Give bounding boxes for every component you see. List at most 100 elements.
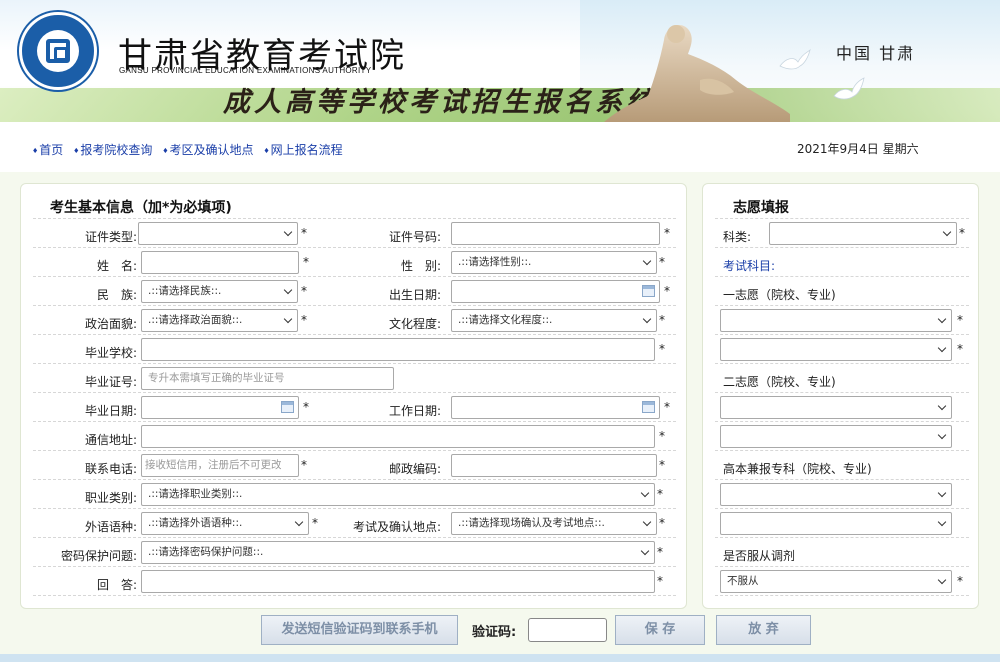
occupation-label: 职业类别: (84, 491, 137, 505)
header-banner: 甘肃省教育考试院 GANSU PROVINCIAL EDUCATION EXAM… (0, 0, 1000, 122)
system-title: 成人高等学校考试招生报名系统 (223, 87, 657, 118)
phone-input[interactable]: 接收短信用，注册后不可更改 (141, 454, 299, 477)
row-divider (715, 363, 969, 364)
exam-site-select[interactable]: .::请选择现场确认及考试地点::. (451, 512, 657, 535)
id-type-label: 证件类型: (84, 230, 137, 244)
row-divider (33, 334, 676, 335)
row-divider (33, 218, 676, 219)
required-mark: * (664, 400, 670, 414)
dove-icon (833, 77, 865, 100)
answer-input[interactable] (141, 570, 655, 593)
nav-home[interactable]: 首页 (32, 143, 63, 157)
region-label: 中国 甘肃 (836, 44, 916, 63)
discard-button[interactable]: 放 弃 (716, 615, 811, 645)
ethnicity-select-value: .::请选择民族::. (148, 285, 222, 297)
postcode-input[interactable] (451, 454, 657, 477)
required-mark: * (312, 516, 318, 530)
form-stage: 考生基本信息（加*为必填项) 证件类型: * 证件号码: * 姓 名: * 性 … (0, 172, 1000, 662)
required-mark: * (301, 458, 307, 472)
row-divider (33, 508, 676, 509)
id-type-select[interactable] (138, 222, 298, 245)
required-mark: * (957, 342, 963, 356)
question-select[interactable]: .::请选择密码保护问题::. (141, 541, 655, 564)
political-select-value: .::请选择政治面貌::. (148, 314, 243, 326)
category-label: 科类: (723, 230, 752, 244)
wish-title: 志愿填报 (733, 200, 789, 216)
required-mark: * (301, 226, 307, 240)
birth-date-input[interactable] (451, 280, 660, 303)
calendar-icon[interactable] (642, 285, 655, 297)
dove-icon (779, 48, 811, 70)
required-mark: * (657, 574, 663, 588)
row-divider (715, 392, 969, 393)
row-divider (33, 247, 676, 248)
required-mark: * (664, 284, 670, 298)
adjust-select[interactable]: 不服从 (720, 570, 952, 593)
save-button[interactable]: 保 存 (615, 615, 705, 645)
row-divider (715, 276, 969, 277)
required-mark: * (301, 284, 307, 298)
required-mark: * (659, 255, 665, 269)
grad-date-input[interactable] (141, 396, 299, 419)
required-mark: * (659, 458, 665, 472)
calendar-icon[interactable] (281, 401, 294, 413)
combined-wish-select-2[interactable] (720, 512, 952, 535)
school-input[interactable] (141, 338, 655, 361)
row-divider (715, 450, 969, 451)
row-divider (715, 537, 969, 538)
address-label: 通信地址: (84, 433, 137, 447)
row-divider (33, 537, 676, 538)
political-select[interactable]: .::请选择政治面貌::. (141, 309, 298, 332)
first-wish-select-2[interactable] (720, 338, 952, 361)
captcha-label: 验证码: (472, 625, 517, 640)
required-mark: * (303, 255, 309, 269)
row-divider (715, 247, 969, 248)
first-wish-select-1[interactable] (720, 309, 952, 332)
address-input[interactable] (141, 425, 655, 448)
education-select-value: .::请选择文化程度::. (458, 314, 553, 326)
nav-school-query[interactable]: 报考院校查询 (73, 143, 152, 157)
row-divider (715, 566, 969, 567)
adjust-label: 是否服从调剂 (723, 549, 796, 563)
ethnicity-select[interactable]: .::请选择民族::. (141, 280, 298, 303)
ethnicity-label: 民 族: (96, 288, 137, 302)
row-divider (33, 305, 676, 306)
captcha-input[interactable] (528, 618, 607, 642)
postcode-label: 邮政编码: (388, 462, 441, 476)
phone-placeholder: 接收短信用，注册后不可更改 (145, 459, 282, 471)
cert-input[interactable]: 专升本需填写正确的毕业证号 (141, 367, 394, 390)
gender-select[interactable]: .::请选择性别::. (451, 251, 657, 274)
required-mark: * (664, 226, 670, 240)
basic-info-title: 考生基本信息（加*为必填项) (50, 200, 232, 216)
language-select[interactable]: .::请选择外语语种::. (141, 512, 309, 535)
row-divider (715, 479, 969, 480)
send-sms-button[interactable]: 发送短信验证码到联系手机 (261, 615, 458, 645)
education-select[interactable]: .::请选择文化程度::. (451, 309, 657, 332)
required-mark: * (301, 313, 307, 327)
gender-select-value: .::请选择性别::. (458, 256, 532, 268)
row-divider (33, 276, 676, 277)
required-mark: * (659, 429, 665, 443)
second-wish-select-1[interactable] (720, 396, 952, 419)
work-date-input[interactable] (451, 396, 660, 419)
occupation-select-value: .::请选择职业类别::. (148, 488, 243, 500)
row-divider (715, 421, 969, 422)
id-number-input[interactable] (451, 222, 660, 245)
row-divider (33, 450, 676, 451)
gender-label: 性 别: (400, 259, 441, 273)
category-select[interactable] (769, 222, 957, 245)
school-label: 毕业学校: (84, 346, 137, 360)
authority-logo (19, 12, 97, 90)
combined-wish-label: 高本兼报专科（院校、专业) (723, 462, 872, 476)
name-input[interactable] (141, 251, 299, 274)
occupation-select[interactable]: .::请选择职业类别::. (141, 483, 655, 506)
second-wish-select-2[interactable] (720, 425, 952, 448)
calendar-icon[interactable] (642, 401, 655, 413)
id-number-label: 证件号码: (388, 230, 441, 244)
combined-wish-select-1[interactable] (720, 483, 952, 506)
nav-exam-sites[interactable]: 考区及确认地点 (162, 143, 254, 157)
cert-placeholder: 专升本需填写正确的毕业证号 (148, 372, 285, 384)
first-wish-label: 一志愿（院校、专业) (723, 288, 836, 302)
nav-apply-flow[interactable]: 网上报名流程 (263, 143, 343, 157)
birth-date-label: 出生日期: (388, 288, 441, 302)
